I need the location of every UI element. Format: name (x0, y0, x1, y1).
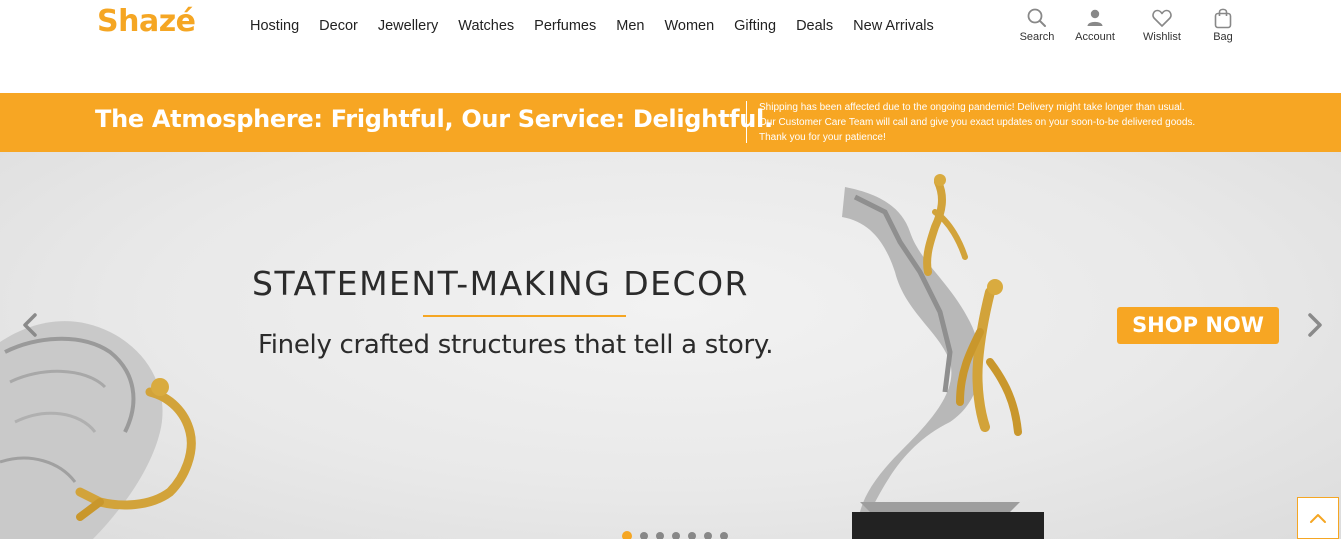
nav-item-perfumes[interactable]: Perfumes (524, 18, 606, 34)
chevron-up-icon (1310, 514, 1326, 523)
nav-item-new-arrivals[interactable]: New Arrivals (843, 18, 944, 34)
sculpture-image-right (842, 174, 1044, 539)
hero-title: STATEMENT-MAKING DECOR (252, 264, 749, 303)
carousel-dot[interactable] (656, 532, 664, 539)
shipping-notice-line: Shipping has been affected due to the on… (759, 102, 1185, 113)
hero-subtitle: Finely crafted structures that tell a st… (258, 330, 774, 360)
account-label: Account (1075, 31, 1115, 43)
heart-icon (1152, 9, 1172, 27)
carousel-dot[interactable] (640, 532, 648, 539)
carousel-dot[interactable] (622, 531, 632, 539)
bag-button[interactable]: Bag (1200, 6, 1246, 43)
nav-item-watches[interactable]: Watches (448, 18, 524, 34)
banner-divider (746, 101, 747, 143)
wishlist-label: Wishlist (1143, 31, 1181, 43)
user-icon (1087, 9, 1103, 26)
scroll-to-top-button[interactable] (1297, 497, 1339, 539)
search-icon (1027, 8, 1046, 27)
site-logo[interactable]: Shazé (97, 4, 196, 39)
hero-title-underline (423, 315, 626, 317)
carousel-prev-button[interactable] (15, 307, 45, 343)
carousel-dot[interactable] (672, 532, 680, 539)
hero-carousel: STATEMENT-MAKING DECOR Finely crafted st… (0, 152, 1341, 539)
chevron-left-icon (23, 313, 37, 337)
carousel-dot[interactable] (704, 532, 712, 539)
search-label: Search (1019, 31, 1055, 43)
shipping-notice-line: Thank you for your patience! (759, 132, 886, 143)
nav-item-jewellery[interactable]: Jewellery (368, 18, 448, 34)
promo-banner[interactable]: The Atmosphere: Frightful, Our Service: … (0, 93, 1341, 152)
main-nav: Hosting Decor Jewellery Watches Perfumes… (240, 18, 944, 34)
nav-item-decor[interactable]: Decor (309, 18, 368, 34)
search-button[interactable]: Search (1012, 6, 1062, 43)
account-button[interactable]: Account (1062, 6, 1128, 43)
carousel-dot[interactable] (720, 532, 728, 539)
carousel-dot[interactable] (688, 532, 696, 539)
wishlist-button[interactable]: Wishlist (1134, 6, 1190, 43)
site-header: Shazé Hosting Decor Jewellery Watches Pe… (0, 0, 1341, 93)
chevron-right-icon (1308, 313, 1322, 337)
bag-icon (1214, 8, 1232, 29)
nav-item-deals[interactable]: Deals (786, 18, 843, 34)
nav-item-men[interactable]: Men (606, 18, 654, 34)
shop-now-button[interactable]: SHOP NOW (1117, 307, 1279, 344)
bag-label: Bag (1213, 31, 1233, 43)
nav-item-hosting[interactable]: Hosting (240, 18, 309, 34)
carousel-next-button[interactable] (1300, 307, 1330, 343)
banner-headline: The Atmosphere: Frightful, Our Service: … (95, 105, 773, 133)
nav-item-gifting[interactable]: Gifting (724, 18, 786, 34)
shipping-notice: Shipping has been affected due to the on… (759, 100, 1319, 145)
header-actions: Search Account Wishlist Bag (1012, 6, 1246, 43)
nav-item-women[interactable]: Women (654, 18, 724, 34)
shipping-notice-line: Our Customer Care Team will call and giv… (759, 117, 1196, 128)
carousel-pagination (622, 531, 736, 539)
